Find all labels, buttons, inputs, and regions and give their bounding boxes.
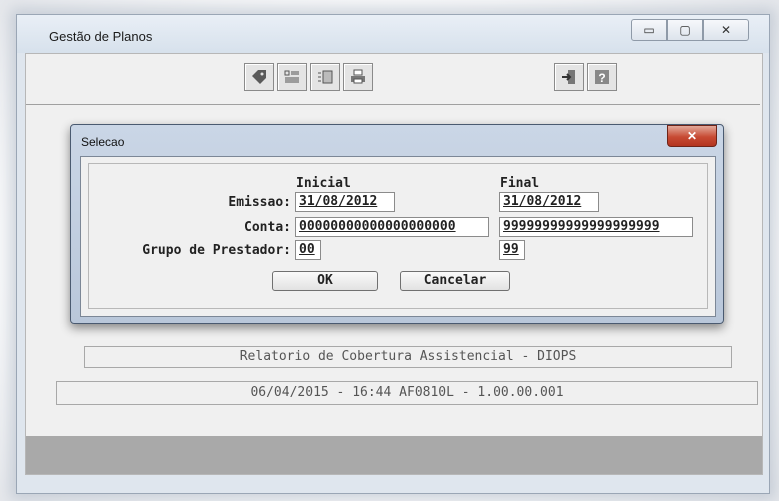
checklist-icon[interactable] bbox=[277, 63, 307, 91]
window-title: Gestão de Planos bbox=[49, 29, 153, 44]
emissao-label: Emissao: bbox=[228, 195, 291, 210]
toolbar-right-group: ? bbox=[554, 63, 617, 91]
exit-door-icon[interactable] bbox=[554, 63, 584, 91]
conta-label: Conta: bbox=[244, 220, 291, 235]
conta-final-field[interactable]: 99999999999999999999 bbox=[499, 217, 693, 237]
help-icon[interactable]: ? bbox=[587, 63, 617, 91]
report-title: Relatorio de Cobertura Assistencial - DI… bbox=[84, 346, 732, 368]
title-bar: Gestão de Planos ▭ ▢ ✕ bbox=[17, 15, 769, 53]
cancel-button[interactable]: Cancelar bbox=[400, 271, 510, 291]
status-bar: 06/04/2015 - 16:44 AF0810L - 1.00.00.001 bbox=[56, 381, 758, 405]
toolbar-left-group bbox=[244, 63, 373, 91]
window-controls: ▭ ▢ ✕ bbox=[631, 19, 749, 41]
ok-button[interactable]: OK bbox=[272, 271, 378, 291]
bottom-bar bbox=[26, 436, 762, 474]
maximize-button[interactable]: ▢ bbox=[667, 19, 703, 41]
grupo-prestador-final-field[interactable]: 99 bbox=[499, 240, 525, 260]
header-final: Final bbox=[500, 176, 540, 191]
dialog-body: Inicial Final Emissao: 31/08/2012 31/08/… bbox=[80, 156, 716, 317]
emissao-final-field[interactable]: 31/08/2012 bbox=[499, 192, 599, 212]
list-icon[interactable] bbox=[310, 63, 340, 91]
minimize-button[interactable]: ▭ bbox=[631, 19, 667, 41]
selection-dialog: Selecao ✕ Inicial Final Emissao: 31/08/2… bbox=[70, 124, 724, 324]
conta-inicial-field[interactable]: 00000000000000000000 bbox=[295, 217, 489, 237]
grupo-prestador-label: Grupo de Prestador: bbox=[142, 243, 291, 258]
grupo-prestador-inicial-field[interactable]: 00 bbox=[295, 240, 321, 260]
printer-icon[interactable] bbox=[343, 63, 373, 91]
tag-icon[interactable] bbox=[244, 63, 274, 91]
header-inicial: Inicial bbox=[296, 176, 351, 191]
toolbar: ? bbox=[26, 54, 760, 105]
filter-group: Inicial Final Emissao: 31/08/2012 31/08/… bbox=[88, 163, 708, 309]
close-button[interactable]: ✕ bbox=[703, 19, 749, 41]
dialog-title: Selecao bbox=[81, 135, 125, 149]
dialog-close-button[interactable]: ✕ bbox=[667, 125, 717, 147]
emissao-inicial-field[interactable]: 31/08/2012 bbox=[295, 192, 395, 212]
svg-text:?: ? bbox=[598, 71, 605, 85]
